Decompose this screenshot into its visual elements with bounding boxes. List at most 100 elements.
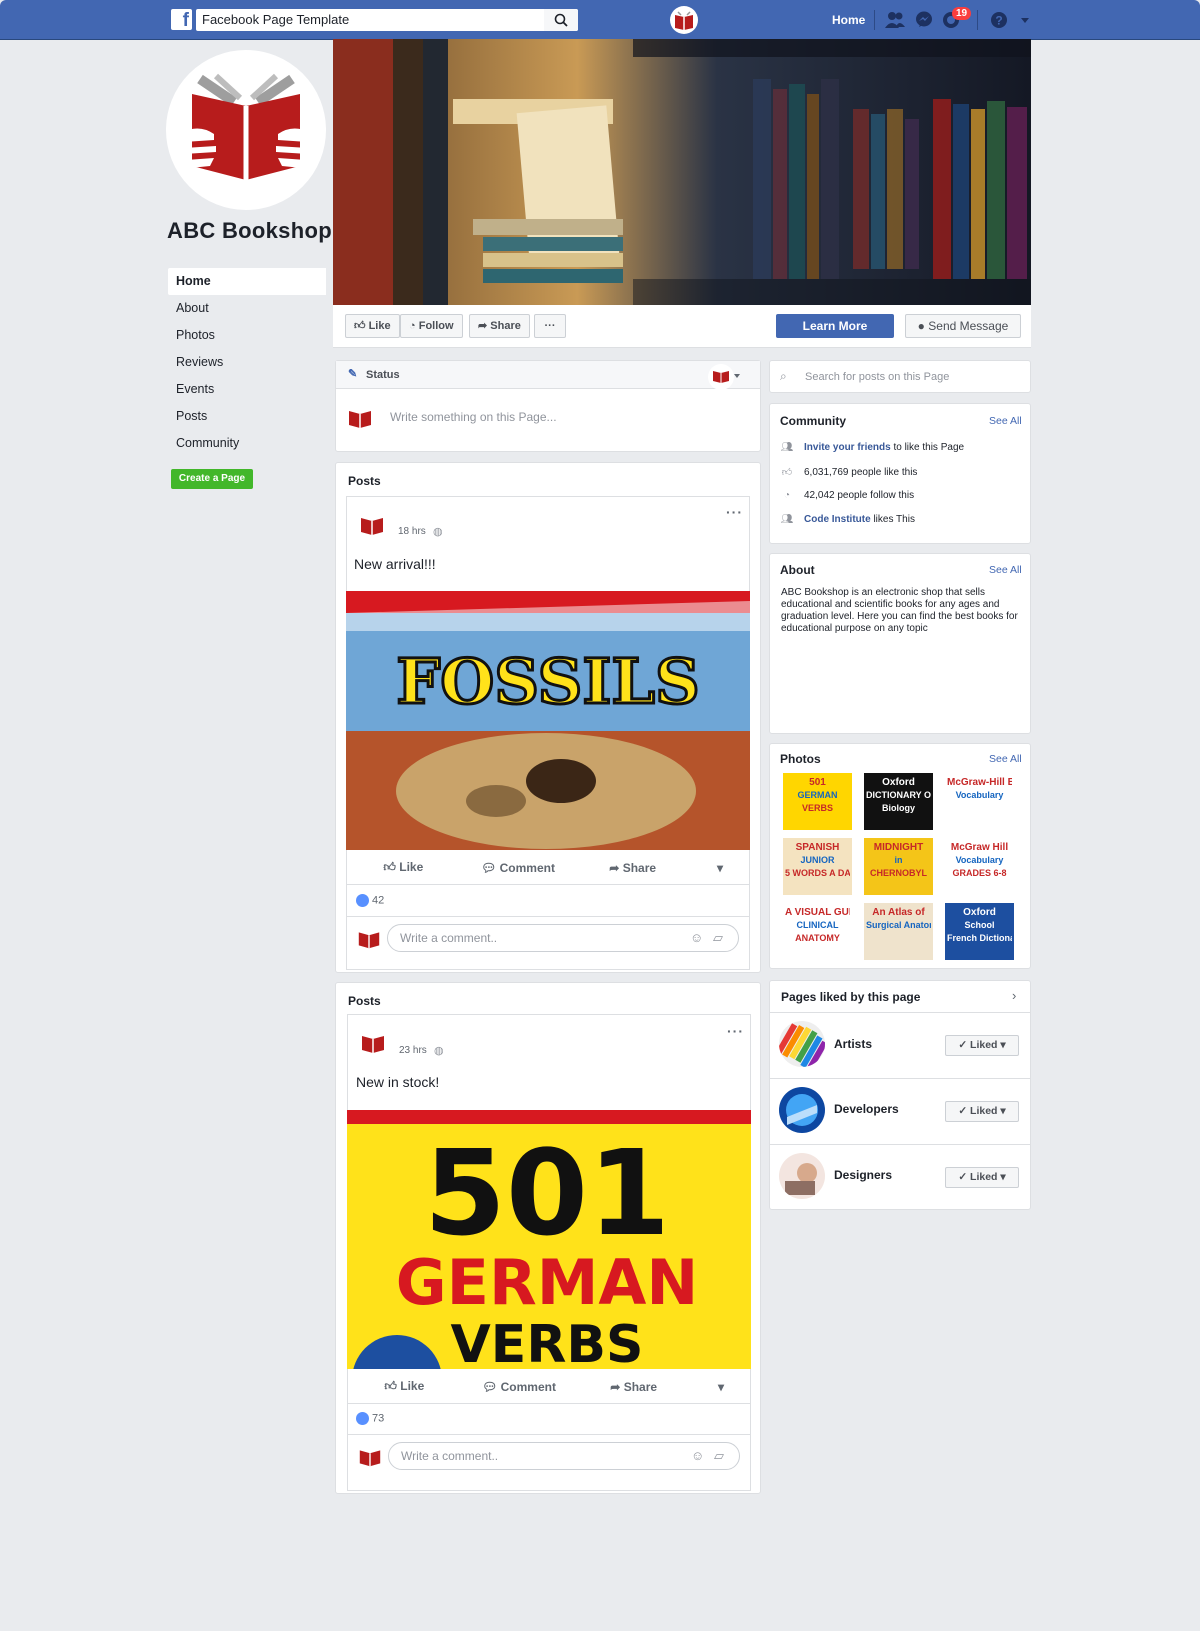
post-avatar[interactable] xyxy=(359,1028,387,1061)
liked-label: Liked xyxy=(970,1105,998,1117)
nav-item-posts[interactable]: Posts xyxy=(168,403,326,430)
photo-caption-line2: DICTIONARY OF xyxy=(866,790,931,800)
learn-more-button[interactable]: Learn More xyxy=(776,314,894,338)
globe-icon: ◍ xyxy=(434,1045,444,1057)
emoji-icon[interactable]: ☺ xyxy=(690,930,703,945)
photo-caption-line1: Oxford xyxy=(882,777,915,788)
composer-avatar-switch[interactable] xyxy=(710,364,742,391)
more-options-button[interactable]: ··· xyxy=(534,314,566,338)
post-avatar[interactable] xyxy=(358,510,386,543)
account-menu-chevron-icon[interactable] xyxy=(1014,10,1036,30)
post-timestamp[interactable]: 18 hrs xyxy=(398,526,426,537)
nav-item-reviews[interactable]: Reviews xyxy=(168,349,326,376)
photo-thumbnail[interactable]: Oxford School French Dictionary xyxy=(945,903,1014,960)
about-card xyxy=(769,553,1031,734)
sticker-icon[interactable]: ▱ xyxy=(713,930,723,946)
search-button[interactable] xyxy=(544,9,578,31)
follow-button[interactable]: ◔ Follow xyxy=(400,314,463,338)
post-options-button[interactable]: ··· xyxy=(727,1023,744,1039)
post-image[interactable]: FOSSILS xyxy=(346,591,750,850)
liked-page-name[interactable]: Artists xyxy=(834,1037,872,1051)
liked-page-name[interactable]: Designers xyxy=(834,1168,892,1182)
post-options-button[interactable]: ··· xyxy=(726,504,743,520)
post-image-title: FOSSILS xyxy=(396,645,700,718)
friends-icon[interactable] xyxy=(884,10,906,30)
post-share-button[interactable]: ➦ Share xyxy=(575,861,690,875)
page-avatar-top[interactable] xyxy=(670,6,698,34)
photo-caption-line1: McGraw Hill xyxy=(950,842,1009,853)
sticker-icon[interactable]: ▱ xyxy=(714,1448,724,1464)
friend-likes-row: 👥︎ Code Institute likes This xyxy=(780,514,915,538)
liked-page-thumbnail[interactable] xyxy=(779,1021,825,1067)
status-tab[interactable]: ✎ Status xyxy=(336,361,760,389)
audience-chevron-icon[interactable]: ▾ xyxy=(691,1380,751,1394)
liked-label: Liked xyxy=(970,1171,998,1183)
invite-friends-link[interactable]: Invite your friends xyxy=(804,442,891,453)
photo-caption-line2: Vocabulary xyxy=(955,855,1004,865)
page-nav: Home About Photos Reviews Events Posts C… xyxy=(168,268,326,457)
community-see-all-link[interactable]: See All xyxy=(989,415,1022,427)
photo-thumbnail[interactable]: An Atlas of Surgical Anatomy xyxy=(864,903,933,960)
photo-thumbnail[interactable]: 501 GERMAN VERBS xyxy=(783,773,852,830)
post-comment-button[interactable]: 💬︎ Comment xyxy=(462,1380,577,1394)
comment-input[interactable]: Write a comment.. xyxy=(387,924,739,952)
liked-page-name[interactable]: Developers xyxy=(834,1102,899,1116)
search-input[interactable]: Facebook Page Template xyxy=(196,9,578,31)
post-action-bar: 👍︎ Like 💬︎ Comment ➦ Share ▾ xyxy=(346,851,750,885)
messenger-icon[interactable] xyxy=(913,10,935,30)
friend-link[interactable]: Code Institute xyxy=(804,514,871,525)
photos-grid: 501 GERMAN VERBS Oxford DICTIONARY OF Biology… xyxy=(783,773,1023,963)
photo-thumbnail[interactable]: SPANISH JUNIOR 5 WORDS A DAY xyxy=(783,838,852,895)
cover-photo[interactable] xyxy=(333,39,1031,305)
nav-item-events[interactable]: Events xyxy=(168,376,326,403)
post-image[interactable]: 501 GERMAN VERBS xyxy=(347,1110,751,1369)
photo-caption-line2: GERMAN xyxy=(797,790,838,800)
status-input[interactable]: Write something on this Page... xyxy=(390,410,557,424)
liked-page-thumbnail[interactable] xyxy=(779,1153,825,1199)
photo-thumbnail[interactable]: A VISUAL GUIDE TO CLINICAL ANATOMY xyxy=(783,903,852,960)
photo-thumbnail[interactable]: McGraw-Hill Education Vocabulary xyxy=(945,773,1014,830)
page-search-input[interactable]: ⌕ Search for posts on this Page xyxy=(769,360,1031,393)
emoji-icon[interactable]: ☺ xyxy=(691,1448,704,1463)
photo-caption-line2: Vocabulary xyxy=(955,790,1004,800)
photo-thumbnail[interactable]: Oxford DICTIONARY OF Biology xyxy=(864,773,933,830)
liked-page-thumbnail[interactable] xyxy=(779,1087,825,1133)
like-page-button[interactable]: 👍︎ Like xyxy=(345,314,400,338)
photos-see-all-link[interactable]: See All xyxy=(989,753,1022,765)
page-profile-picture[interactable] xyxy=(166,50,326,210)
send-message-button[interactable]: ● Send Message xyxy=(905,314,1021,338)
photo-thumbnail[interactable]: MIDNIGHT in CHERNOBYL xyxy=(864,838,933,895)
liked-button[interactable]: ✓ Liked ▾ xyxy=(945,1167,1019,1188)
post-share-button[interactable]: ➦ Share xyxy=(576,1380,691,1394)
help-icon[interactable]: ? xyxy=(988,10,1010,30)
home-link[interactable]: Home xyxy=(822,9,875,31)
nav-item-photos[interactable]: Photos xyxy=(168,322,326,349)
comment-input[interactable]: Write a comment.. xyxy=(388,1442,740,1470)
nav-item-about[interactable]: About xyxy=(168,295,326,322)
people-icon: 👥︎ xyxy=(780,442,794,453)
post-comment-button[interactable]: 💬︎ Comment xyxy=(461,861,576,875)
about-description: ABC Bookshop is an electronic shop that … xyxy=(781,587,1018,634)
reactions-count[interactable]: 73 xyxy=(356,1412,384,1425)
reactions-count[interactable]: 42 xyxy=(356,894,384,907)
photo-thumbnail[interactable]: McGraw Hill Vocabulary GRADES 6-8 xyxy=(945,838,1014,895)
chevron-right-icon[interactable]: › xyxy=(1012,988,1016,1003)
post-share-label: Share xyxy=(622,860,657,875)
rss-icon: ◔ xyxy=(409,320,416,332)
liked-button[interactable]: ✓ Liked ▾ xyxy=(945,1035,1019,1056)
create-page-button[interactable]: Create a Page xyxy=(171,469,253,489)
photo-caption-line2: Surgical Anatomy xyxy=(866,920,931,930)
facebook-logo-icon[interactable]: f xyxy=(171,9,192,31)
post-timestamp[interactable]: 23 hrs xyxy=(399,1045,427,1056)
about-see-all-link[interactable]: See All xyxy=(989,564,1022,576)
page-search-placeholder: Search for posts on this Page xyxy=(805,371,950,383)
nav-item-community[interactable]: Community xyxy=(168,430,326,457)
nav-item-home[interactable]: Home xyxy=(168,268,326,295)
share-page-button[interactable]: ➦ Share xyxy=(469,314,530,338)
audience-chevron-icon[interactable]: ▾ xyxy=(690,861,750,875)
liked-button[interactable]: ✓ Liked ▾ xyxy=(945,1101,1019,1122)
post-like-button[interactable]: 👍︎ Like xyxy=(347,1379,462,1394)
share-arrow-icon: ➦ xyxy=(609,860,620,875)
follows-text: 42,042 people follow this xyxy=(804,490,915,501)
post-like-button[interactable]: 👍︎ Like xyxy=(346,860,461,875)
